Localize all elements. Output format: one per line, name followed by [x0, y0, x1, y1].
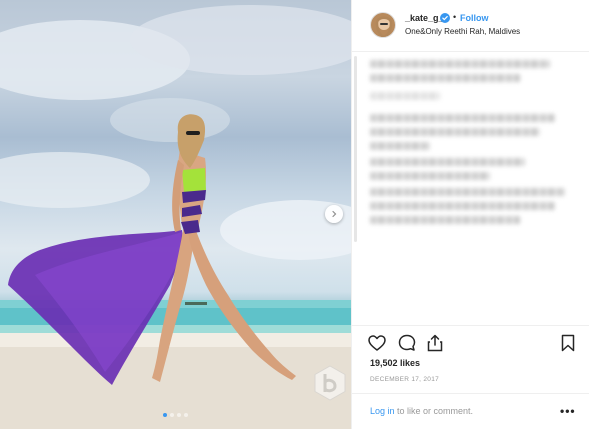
blurred-text-line: [370, 158, 525, 166]
post-image[interactable]: [0, 0, 351, 429]
instagram-post: _kate_g_ • Follow One&Only Reethi Rah, M…: [0, 0, 589, 429]
carousel-dot[interactable]: [163, 413, 167, 417]
blurred-text-line: [370, 142, 430, 150]
login-link[interactable]: Log in: [370, 406, 395, 416]
action-bar: [352, 325, 589, 355]
verified-badge-icon: [440, 13, 450, 23]
blurred-text-line: [370, 188, 565, 196]
username-link[interactable]: _kate_g_: [405, 13, 444, 23]
blurred-text-line: [370, 202, 555, 210]
login-prompt: Log in to like or comment.: [370, 406, 473, 416]
watermark-logo: [314, 365, 346, 401]
blurred-text-line: [370, 172, 490, 180]
blurred-text-line: [370, 60, 550, 68]
carousel-dot[interactable]: [177, 413, 181, 417]
blurred-text-line: [370, 92, 440, 100]
bookmark-icon[interactable]: [558, 333, 578, 353]
avatar[interactable]: [370, 12, 396, 38]
post-side-panel: _kate_g_ • Follow One&Only Reethi Rah, M…: [351, 0, 589, 429]
comment-icon[interactable]: [397, 333, 417, 353]
caption-scrollbar[interactable]: [354, 56, 357, 242]
blurred-text-line: [370, 74, 520, 82]
comment-footer: Log in to like or comment. •••: [352, 393, 589, 429]
carousel-dots: [0, 413, 351, 417]
login-prompt-text: to like or comment.: [394, 406, 474, 416]
header-separator: •: [453, 12, 457, 22]
carousel-next-button[interactable]: [325, 205, 343, 223]
follow-button[interactable]: Follow: [460, 13, 489, 23]
blurred-text-line: [370, 216, 520, 224]
post-date[interactable]: DECEMBER 17, 2017: [370, 376, 439, 383]
carousel-dot[interactable]: [170, 413, 174, 417]
likes-count[interactable]: 19,502 likes: [370, 358, 420, 368]
location-link[interactable]: One&Only Reethi Rah, Maldives: [405, 27, 520, 36]
share-icon[interactable]: [425, 333, 445, 353]
post-header: _kate_g_ • Follow One&Only Reethi Rah, M…: [352, 0, 589, 52]
carousel-dot[interactable]: [184, 413, 188, 417]
blurred-text-line: [370, 114, 555, 122]
caption-blurred: [370, 60, 575, 320]
chevron-right-icon: [332, 210, 337, 218]
heart-icon[interactable]: [367, 333, 387, 353]
profile-photo: [375, 16, 393, 37]
more-options-button[interactable]: •••: [560, 404, 576, 418]
blurred-text-line: [370, 128, 540, 136]
beach-photo: [0, 5, 351, 429]
